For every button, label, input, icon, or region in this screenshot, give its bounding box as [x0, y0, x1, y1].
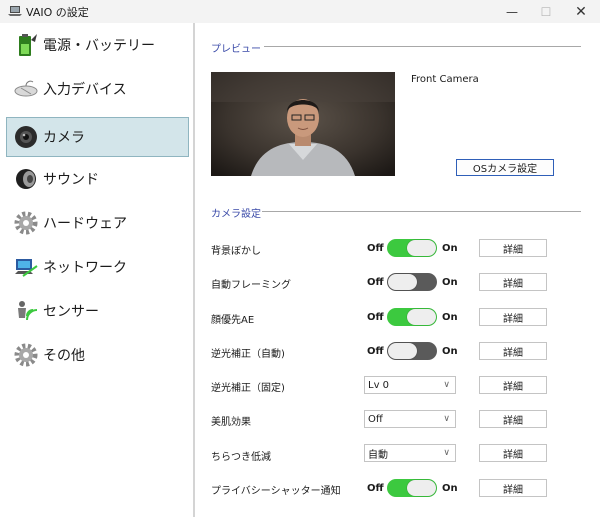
- toggle-on-label: On: [442, 277, 458, 288]
- face-priority-ae-detail-button[interactable]: 詳細: [479, 308, 547, 326]
- privacy-shutter-notice-toggle[interactable]: [387, 479, 437, 497]
- window-title: VAIO の設定: [26, 6, 89, 19]
- setting-label-face-priority-ae: 顔優先AE: [211, 315, 255, 326]
- camera-icon: [15, 126, 37, 148]
- setting-label-background-blur: 背景ぼかし: [211, 246, 261, 257]
- flicker-reduction-detail-button[interactable]: 詳細: [479, 444, 547, 462]
- battery-icon: [19, 34, 37, 56]
- sidebar-item-other[interactable]: その他: [6, 335, 189, 375]
- flicker-reduction-select[interactable]: 自動 ∨: [364, 444, 456, 462]
- sidebar-item-label: ハードウェア: [43, 216, 127, 232]
- background-blur-toggle[interactable]: [387, 239, 437, 257]
- toggle-off-label: Off: [367, 243, 384, 254]
- sidebar-item-input-devices[interactable]: 入力デバイス: [6, 69, 189, 109]
- sidebar-item-label: センサー: [43, 304, 99, 320]
- setting-label-skin-beautify: 美肌効果: [211, 417, 251, 428]
- mouse-icon: [14, 80, 38, 97]
- setting-label-flicker-reduction: ちらつき低減: [211, 452, 271, 463]
- chevron-down-icon: ∨: [443, 448, 450, 458]
- sidebar-item-label: サウンド: [43, 172, 99, 188]
- sidebar-item-label: 入力デバイス: [43, 82, 127, 98]
- setting-label-auto-framing: 自動フレーミング: [211, 280, 291, 291]
- sidebar-item-sensor[interactable]: センサー: [6, 291, 189, 331]
- skin-beautify-detail-button[interactable]: 詳細: [479, 410, 547, 428]
- minimize-button[interactable]: —: [495, 0, 529, 23]
- toggle-off-label: Off: [367, 277, 384, 288]
- backlight-fixed-detail-button[interactable]: 詳細: [479, 376, 547, 394]
- backlight-auto-toggle[interactable]: [387, 342, 437, 360]
- setting-label-privacy-shutter-notice: プライバシーシャッター通知: [211, 486, 341, 497]
- sidebar: 電源・バッテリー 入力デバイス カメラ サウンド ハードウェア ネットワーク セ…: [0, 23, 195, 517]
- sidebar-item-network[interactable]: ネットワーク: [6, 247, 189, 287]
- sidebar-item-camera[interactable]: カメラ: [6, 117, 189, 157]
- setting-label-backlight-auto: 逆光補正（自動): [211, 349, 285, 360]
- select-value: 自動: [368, 449, 388, 461]
- select-value: Lv 0: [368, 379, 390, 391]
- camera-preview: [211, 72, 395, 176]
- setting-label-backlight-fixed: 逆光補正（固定): [211, 383, 285, 394]
- camera-name: Front Camera: [411, 74, 479, 85]
- gear-icon: [14, 211, 38, 235]
- toggle-off-label: Off: [367, 483, 384, 494]
- os-camera-settings-button[interactable]: OSカメラ設定: [456, 159, 554, 176]
- preview-section-title: プレビュー: [211, 44, 261, 55]
- chevron-down-icon: ∨: [443, 414, 450, 424]
- close-button[interactable]: ✕: [564, 0, 598, 23]
- sidebar-item-label: その他: [43, 348, 85, 364]
- background-blur-detail-button[interactable]: 詳細: [479, 239, 547, 257]
- camera-settings-divider: [262, 211, 581, 212]
- toggle-off-label: Off: [367, 312, 384, 323]
- toggle-off-label: Off: [367, 346, 384, 357]
- sidebar-item-hardware[interactable]: ハードウェア: [6, 203, 189, 243]
- skin-beautify-select[interactable]: Off ∨: [364, 410, 456, 428]
- camera-settings-section-title: カメラ設定: [211, 209, 261, 220]
- toggle-on-label: On: [442, 346, 458, 357]
- toggle-on-label: On: [442, 243, 458, 254]
- toggle-on-label: On: [442, 483, 458, 494]
- chevron-down-icon: ∨: [443, 380, 450, 390]
- select-value: Off: [368, 413, 383, 425]
- app-laptop-icon: [8, 6, 22, 16]
- sidebar-item-label: 電源・バッテリー: [43, 38, 155, 54]
- auto-framing-detail-button[interactable]: 詳細: [479, 273, 547, 291]
- speaker-icon: [16, 169, 36, 189]
- preview-divider: [264, 46, 581, 47]
- privacy-shutter-notice-detail-button[interactable]: 詳細: [479, 479, 547, 497]
- network-icon: [15, 259, 38, 277]
- gear-icon: [14, 343, 38, 367]
- toggle-on-label: On: [442, 312, 458, 323]
- sidebar-item-power-battery[interactable]: 電源・バッテリー: [6, 25, 189, 65]
- sidebar-item-sound[interactable]: サウンド: [6, 159, 189, 199]
- auto-framing-toggle[interactable]: [387, 273, 437, 291]
- backlight-fixed-select[interactable]: Lv 0 ∨: [364, 376, 456, 394]
- face-priority-ae-toggle[interactable]: [387, 308, 437, 326]
- title-bar: VAIO の設定 — ☐ ✕: [0, 0, 600, 23]
- sidebar-item-label: カメラ: [43, 130, 85, 146]
- sensor-icon: [18, 301, 38, 321]
- maximize-button[interactable]: ☐: [529, 0, 563, 23]
- sidebar-item-label: ネットワーク: [43, 260, 127, 276]
- backlight-auto-detail-button[interactable]: 詳細: [479, 342, 547, 360]
